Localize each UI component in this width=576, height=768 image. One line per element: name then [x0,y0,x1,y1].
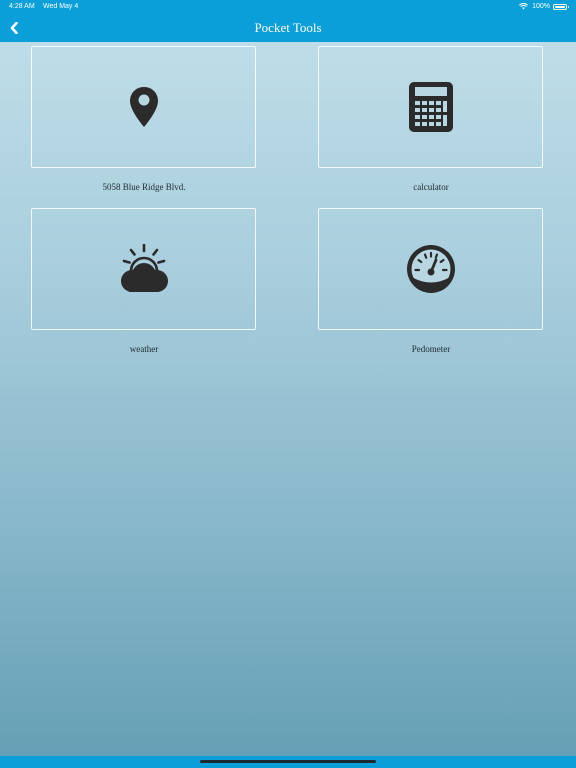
weather-tile[interactable] [31,208,256,330]
status-indicators: 100% [519,3,569,10]
calculator-icon [408,82,453,132]
nav-bar: Pocket Tools [0,14,576,42]
battery-icon [553,3,569,10]
pedometer-tile-label: Pedometer [411,344,451,354]
status-bar: 4:28 AM Wed May 4 100% [0,0,576,14]
battery-fill [555,5,565,8]
battery-percent: 100% [532,3,550,10]
page-title: Pocket Tools [254,20,322,35]
home-indicator[interactable] [200,760,376,763]
location-tile-label: 5058 Blue Ridge Blvd. [102,182,186,192]
pedometer-tile[interactable] [318,208,543,330]
status-date: Wed May 4 [43,3,79,10]
status-time: 4:28 AM [9,3,35,10]
speedometer-icon [406,245,455,293]
partly-cloudy-icon [120,243,168,292]
location-tile[interactable] [31,46,256,168]
home-indicator-bar [0,756,576,768]
calculator-tile[interactable] [318,46,543,168]
weather-tile-label: weather [129,344,159,354]
calculator-tile-label: calculator [413,182,449,192]
wifi-icon [519,3,529,10]
map-pin-icon [129,87,158,127]
